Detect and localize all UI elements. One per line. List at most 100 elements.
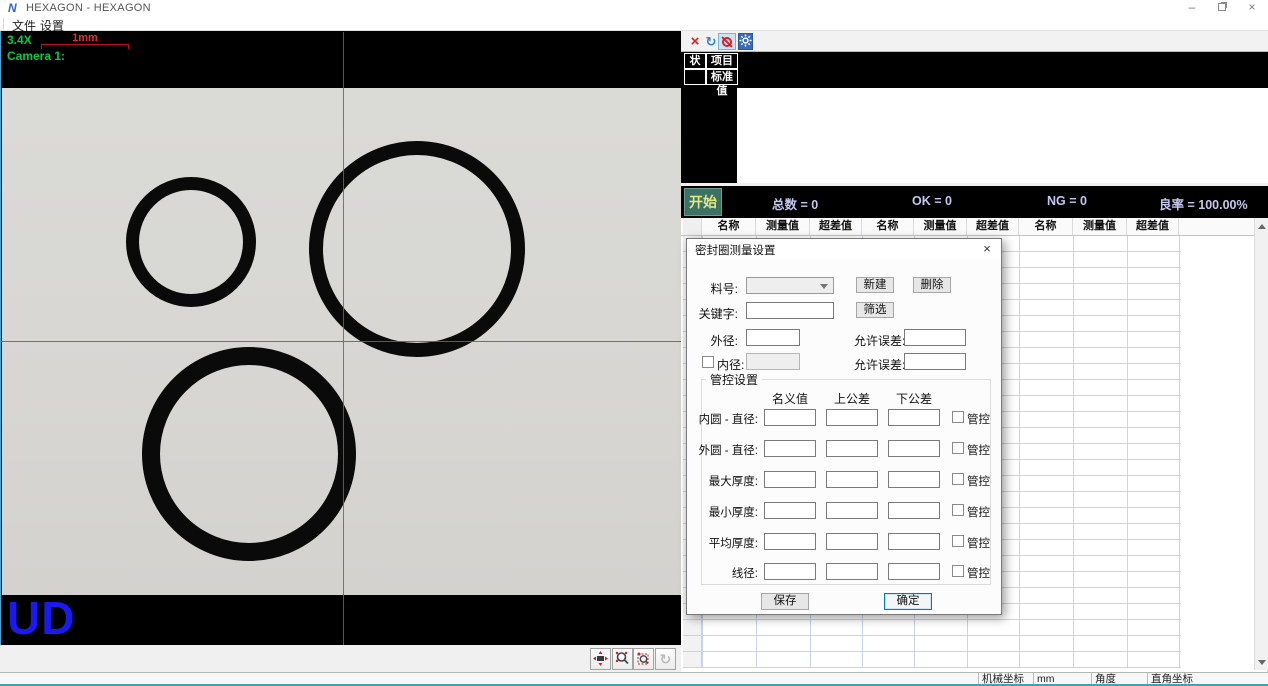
crosshair-horizontal [1,341,681,342]
grid-corner [683,218,702,235]
hdr-name-3[interactable]: 名称 [1019,218,1073,235]
row-min-thickness-label: 最小厚度: [687,504,758,520]
min-thickness-nominal-input[interactable] [764,502,816,519]
clear-button[interactable]: × [687,33,703,50]
grid-scrollbar[interactable] [1254,218,1268,670]
outer-dia-lower-input[interactable] [888,440,940,457]
window-title: HEXAGON - HEXAGON [26,2,151,14]
outer-diameter-label: 外径: [687,332,738,349]
min-thickness-lower-input[interactable] [888,502,940,519]
hdr-filler [1179,218,1254,235]
create-button[interactable]: 新建 [856,277,894,293]
hdr-meas-1[interactable]: 测量值 [756,218,810,235]
wire-dia-nominal-input[interactable] [764,563,816,580]
camera-name-label: Camera 1: [7,49,65,63]
hdr-dev-2[interactable]: 超差值 [967,218,1019,235]
gear-icon [739,34,752,47]
app-logo-icon: N [8,1,17,15]
stat-ok: OK = 0 [912,194,952,208]
inner-dia-upper-input[interactable] [826,409,878,426]
filter-button[interactable]: 筛选 [856,302,894,318]
hdr-dev-1[interactable]: 超差值 [810,218,862,235]
nominal-column-header: 名义值 [764,390,816,407]
dialog-close-button[interactable]: × [977,240,997,257]
wire-dia-lower-input[interactable] [888,563,940,580]
control-label: 管控 [967,565,990,581]
part-number-label: 料号: [687,280,738,297]
control-label: 管控 [967,442,990,458]
max-thickness-nominal-input[interactable] [764,471,816,488]
max-thickness-control-checkbox[interactable] [952,473,964,485]
max-thickness-upper-input[interactable] [826,471,878,488]
inner-dia-nominal-input[interactable] [764,409,816,426]
outer-dia-nominal-input[interactable] [764,440,816,457]
wire-dia-control-checkbox[interactable] [952,565,964,577]
min-thickness-upper-input[interactable] [826,502,878,519]
min-thickness-control-checkbox[interactable] [952,504,964,516]
inner-tolerance-label: 允许误差: [854,356,905,373]
magnification-label: 3.4X [7,33,32,47]
results-table-body [737,88,1268,183]
inner-tolerance-input[interactable] [904,353,966,370]
close-button[interactable]: × [1238,0,1266,15]
avg-thickness-control-checkbox[interactable] [952,535,964,547]
watermark-text: UD [7,591,75,645]
measure-settings-dialog: 密封圈测量设置 × 料号: 新建 删除 关键字: 筛选 外径: 允许误差: 内径… [686,238,1002,615]
hdr-dev-3[interactable]: 超差值 [1127,218,1179,235]
ring-small [126,177,256,307]
outer-tolerance-input[interactable] [904,329,966,346]
outer-dia-upper-input[interactable] [826,440,878,457]
refresh-icon: ↻ [660,651,672,667]
settings-button[interactable] [738,33,753,50]
avg-thickness-nominal-input[interactable] [764,533,816,550]
camera-panel: 3.4X 1mm Camera 1: UD [0,31,681,645]
menubar: 文件 设置 [0,16,1268,31]
grid-vline [1073,236,1074,668]
keyword-label: 关键字: [687,305,738,322]
hdr-meas-2[interactable]: 测量值 [914,218,967,235]
minimize-button[interactable]: – [1178,0,1206,15]
outer-diameter-input[interactable] [746,329,800,346]
hdr-name-1[interactable]: 名称 [702,218,756,235]
maximize-button[interactable] [1208,0,1236,15]
grid-vline [1179,236,1180,668]
avg-thickness-upper-input[interactable] [826,533,878,550]
avg-thickness-lower-input[interactable] [888,533,940,550]
results-table-zone: 状态 项目 标准值 [681,52,1268,183]
save-button[interactable]: 保存 [761,593,809,610]
col-item: 项目 [706,53,738,69]
stats-bar: 开始 总数 = 0 OK = 0 NG = 0 良率 = 100.00% [681,186,1268,218]
zoom-region-button[interactable] [633,648,654,670]
wire-dia-upper-input[interactable] [826,563,878,580]
start-button[interactable]: 开始 [684,188,722,216]
inner-dia-lower-input[interactable] [888,409,940,426]
part-number-combobox[interactable] [746,277,834,294]
inner-diameter-checkbox[interactable] [702,356,714,368]
delete-button[interactable]: 删除 [913,277,951,293]
keyword-input[interactable] [746,302,834,319]
control-label: 管控 [967,535,990,551]
magnifier-region-icon [636,651,651,666]
camera-refresh-button[interactable]: ↻ [655,648,676,670]
arrow-up-icon [1258,224,1266,229]
refresh-button[interactable]: ↻ [703,33,719,50]
zoom-fit-button[interactable] [612,648,633,670]
row-avg-thickness-label: 平均厚度: [687,535,758,551]
camera-bottom-bar: UD [2,595,681,645]
zoom-actual-size-button[interactable] [590,648,611,670]
ok-button[interactable]: 确定 [884,593,932,610]
stop-button[interactable] [718,33,736,50]
dialog-titlebar[interactable]: 密封圈测量设置 × [687,239,1001,258]
scale-bar-label: 1mm [41,32,129,44]
hdr-meas-3[interactable]: 测量值 [1073,218,1127,235]
titlebar: N HEXAGON - HEXAGON – × [0,0,1268,16]
row-wire-diameter-label: 线径: [687,565,758,581]
hdr-name-2[interactable]: 名称 [862,218,914,235]
control-label: 管控 [967,411,990,427]
inner-diameter-input[interactable] [746,353,800,370]
outer-dia-control-checkbox[interactable] [952,442,964,454]
inner-dia-control-checkbox[interactable] [952,411,964,423]
scroll-down-button[interactable] [1255,654,1268,670]
max-thickness-lower-input[interactable] [888,471,940,488]
scroll-up-button[interactable] [1255,218,1268,234]
